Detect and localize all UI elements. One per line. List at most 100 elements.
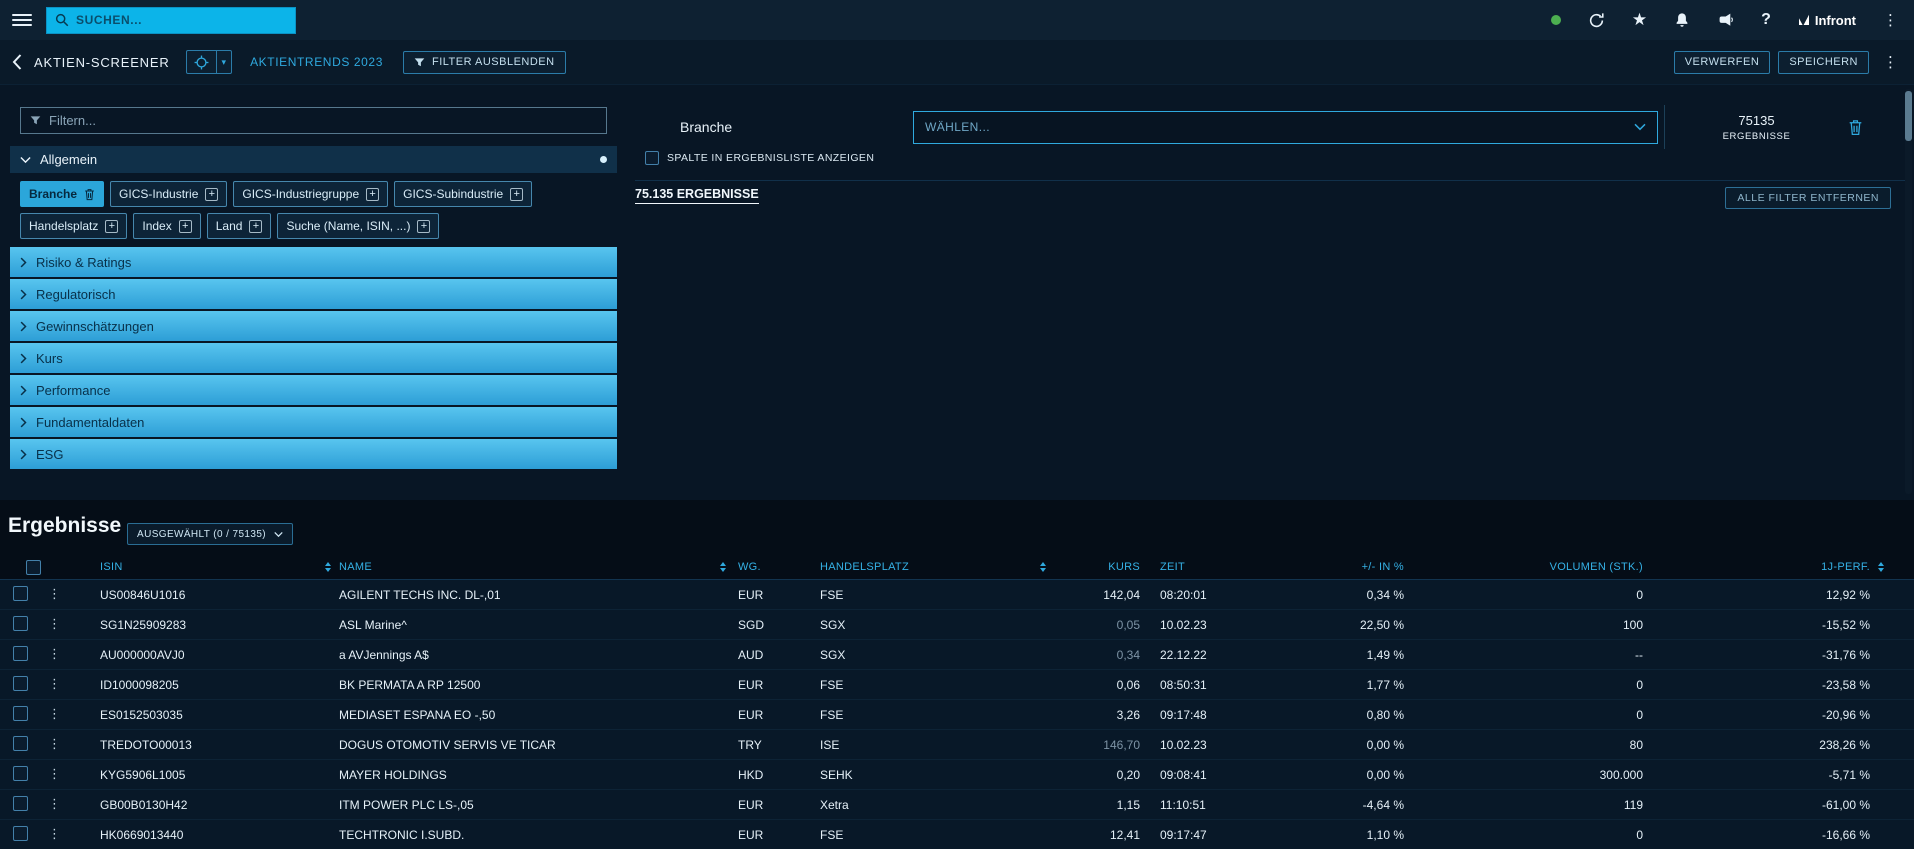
discard-button[interactable]: VERWERFEN bbox=[1674, 51, 1771, 74]
row-menu-icon[interactable]: ⋮ bbox=[44, 707, 90, 722]
row-menu-icon[interactable]: ⋮ bbox=[44, 827, 90, 842]
cell-name: BK PERMATA A RP 12500 bbox=[339, 678, 738, 692]
plus-icon: + bbox=[179, 220, 192, 233]
row-menu-icon[interactable]: ⋮ bbox=[44, 617, 90, 632]
row-menu-icon[interactable]: ⋮ bbox=[44, 737, 90, 752]
filter-search[interactable] bbox=[20, 107, 607, 134]
row-checkbox[interactable] bbox=[13, 796, 28, 811]
scrollbar[interactable] bbox=[1905, 89, 1912, 494]
trash-icon[interactable] bbox=[84, 188, 95, 201]
filter-group-performance[interactable]: Performance bbox=[10, 375, 617, 405]
row-menu-icon[interactable]: ⋮ bbox=[44, 767, 90, 782]
table-row[interactable]: ⋮ GB00B0130H42 ITM POWER PLC LS-,05 EUR … bbox=[0, 790, 1914, 820]
table-row[interactable]: ⋮ ID1000098205 BK PERMATA A RP 12500 EUR… bbox=[0, 670, 1914, 700]
row-checkbox[interactable] bbox=[13, 706, 28, 721]
row-menu-icon[interactable]: ⋮ bbox=[44, 587, 90, 602]
filter-result-count: 75135 ERGEBNISSE bbox=[1665, 113, 1848, 142]
hide-filters-button[interactable]: FILTER AUSBLENDEN bbox=[403, 51, 566, 74]
count-label: ERGEBNISSE bbox=[1665, 131, 1848, 142]
chevron-down-icon[interactable]: ▾ bbox=[217, 57, 232, 68]
cell-isin: KYG5906L1005 bbox=[90, 768, 339, 782]
filter-chip-gics-industrie[interactable]: GICS-Industrie+ bbox=[110, 181, 227, 207]
refresh-icon[interactable] bbox=[1588, 12, 1605, 29]
row-menu-icon[interactable]: ⋮ bbox=[44, 677, 90, 692]
results-table-header: ISIN NAME WG. HANDELSPLATZ KURS bbox=[0, 555, 1914, 580]
sort-icon[interactable] bbox=[1040, 562, 1046, 572]
table-row[interactable]: ⋮ ES0152503035 MEDIASET ESPANA EO -,50 E… bbox=[0, 700, 1914, 730]
show-column-checkbox[interactable] bbox=[645, 151, 659, 165]
table-row[interactable]: ⋮ AU000000AVJ0 a AVJennings A$ AUD SGX 0… bbox=[0, 640, 1914, 670]
col-name[interactable]: NAME bbox=[339, 555, 738, 579]
scrollbar-thumb[interactable] bbox=[1905, 91, 1912, 141]
cell-isin: ES0152503035 bbox=[90, 708, 339, 722]
branche-select[interactable]: WÄHLEN... bbox=[913, 111, 1658, 144]
help-icon[interactable]: ? bbox=[1761, 11, 1771, 29]
select-all-checkbox[interactable] bbox=[26, 560, 41, 575]
menu-icon[interactable] bbox=[12, 14, 32, 26]
table-row[interactable]: ⋮ TREDOTO00013 DOGUS OTOMOTIV SERVIS VE … bbox=[0, 730, 1914, 760]
remove-all-filters-button[interactable]: ALLE FILTER ENTFERNEN bbox=[1725, 187, 1891, 209]
funnel-icon bbox=[414, 57, 425, 68]
filter-chip-index[interactable]: Index+ bbox=[133, 213, 200, 239]
table-row[interactable]: ⋮ KYG5906L1005 MAYER HOLDINGS HKD SEHK 0… bbox=[0, 760, 1914, 790]
row-menu-icon[interactable]: ⋮ bbox=[44, 647, 90, 662]
show-column-option[interactable]: SPALTE IN ERGEBNISLISTE ANZEIGEN bbox=[645, 151, 874, 165]
overflow-menu-icon[interactable]: ⋮ bbox=[1883, 13, 1898, 28]
filter-group-regulatorisch[interactable]: Regulatorisch bbox=[10, 279, 617, 309]
cell-price: 0,06 bbox=[1060, 678, 1146, 692]
filter-chip-branche[interactable]: Branche bbox=[20, 181, 104, 207]
table-row[interactable]: ⋮ HK0669013440 TECHTRONIC I.SUBD. EUR FS… bbox=[0, 820, 1914, 849]
filter-group-kurs[interactable]: Kurs bbox=[10, 343, 617, 373]
total-results-link[interactable]: 75.135 ERGEBNISSE bbox=[635, 187, 759, 204]
sort-icon[interactable] bbox=[1878, 562, 1884, 572]
toolbar-overflow-icon[interactable]: ⋮ bbox=[1883, 53, 1898, 71]
filter-chip-land[interactable]: Land+ bbox=[207, 213, 272, 239]
row-menu-icon[interactable]: ⋮ bbox=[44, 797, 90, 812]
col-isin[interactable]: ISIN bbox=[90, 555, 339, 579]
crosshair-icon[interactable] bbox=[187, 55, 216, 70]
row-checkbox[interactable] bbox=[13, 676, 28, 691]
filter-chip-gics-subindustrie[interactable]: GICS-Subindustrie+ bbox=[394, 181, 532, 207]
notifications-icon[interactable] bbox=[1674, 12, 1690, 28]
filter-chip-gics-industriegruppe[interactable]: GICS-Industriegruppe+ bbox=[233, 181, 388, 207]
filter-chip-handelsplatz[interactable]: Handelsplatz+ bbox=[20, 213, 127, 239]
row-checkbox[interactable] bbox=[13, 766, 28, 781]
row-checkbox[interactable] bbox=[13, 616, 28, 631]
filter-group-esg[interactable]: ESG bbox=[10, 439, 617, 469]
sort-icon[interactable] bbox=[720, 562, 726, 572]
col-wg[interactable]: WG. bbox=[738, 555, 820, 579]
search-input[interactable] bbox=[76, 13, 287, 27]
selected-dropdown[interactable]: AUSGEWÄHLT (0 / 75135) bbox=[127, 523, 293, 545]
col-1j-perf[interactable]: 1J-PERF. bbox=[1649, 555, 1876, 579]
save-button[interactable]: SPEICHERN bbox=[1778, 51, 1869, 74]
table-row[interactable]: ⋮ SG1N25909283 ASL Marine^ SGD SGX 0,05 … bbox=[0, 610, 1914, 640]
announcements-icon[interactable] bbox=[1717, 12, 1734, 28]
row-checkbox[interactable] bbox=[13, 646, 28, 661]
col-kurs[interactable]: KURS bbox=[1060, 555, 1146, 579]
favorites-icon[interactable]: ★ bbox=[1632, 12, 1647, 29]
row-checkbox[interactable] bbox=[13, 586, 28, 601]
global-search[interactable] bbox=[46, 7, 296, 34]
filter-search-input[interactable] bbox=[49, 113, 597, 128]
target-split-button[interactable]: ▾ bbox=[186, 50, 233, 74]
filter-group-allgemein[interactable]: Allgemein bbox=[10, 146, 617, 173]
col-change[interactable]: +/- IN % bbox=[1310, 555, 1410, 579]
filter-group-fundamentaldaten[interactable]: Fundamentaldaten bbox=[10, 407, 617, 437]
table-row[interactable]: ⋮ US00846U1016 AGILENT TECHS INC. DL-,01… bbox=[0, 580, 1914, 610]
row-checkbox[interactable] bbox=[13, 736, 28, 751]
screener-template-name[interactable]: AKTIENTRENDS 2023 bbox=[250, 55, 383, 69]
col-volumen[interactable]: VOLUMEN (STK.) bbox=[1410, 555, 1649, 579]
cell-volume: -- bbox=[1410, 648, 1649, 662]
filter-group-label: Allgemein bbox=[40, 152, 97, 167]
filter-chip-suche[interactable]: Suche (Name, ISIN, ...)+ bbox=[277, 213, 439, 239]
col-zeit[interactable]: ZEIT bbox=[1146, 555, 1310, 579]
row-checkbox[interactable] bbox=[13, 826, 28, 841]
back-icon[interactable] bbox=[12, 54, 22, 70]
sort-icon[interactable] bbox=[325, 562, 331, 572]
col-handelsplatz[interactable]: HANDELSPLATZ bbox=[820, 555, 1060, 579]
trash-icon[interactable] bbox=[1848, 119, 1863, 136]
col-1j-perf-sort[interactable] bbox=[1876, 555, 1914, 579]
chip-label: GICS-Subindustrie bbox=[403, 187, 503, 201]
filter-group-risiko[interactable]: Risiko & Ratings bbox=[10, 247, 617, 277]
filter-group-gewinnschaetzungen[interactable]: Gewinnschätzungen bbox=[10, 311, 617, 341]
